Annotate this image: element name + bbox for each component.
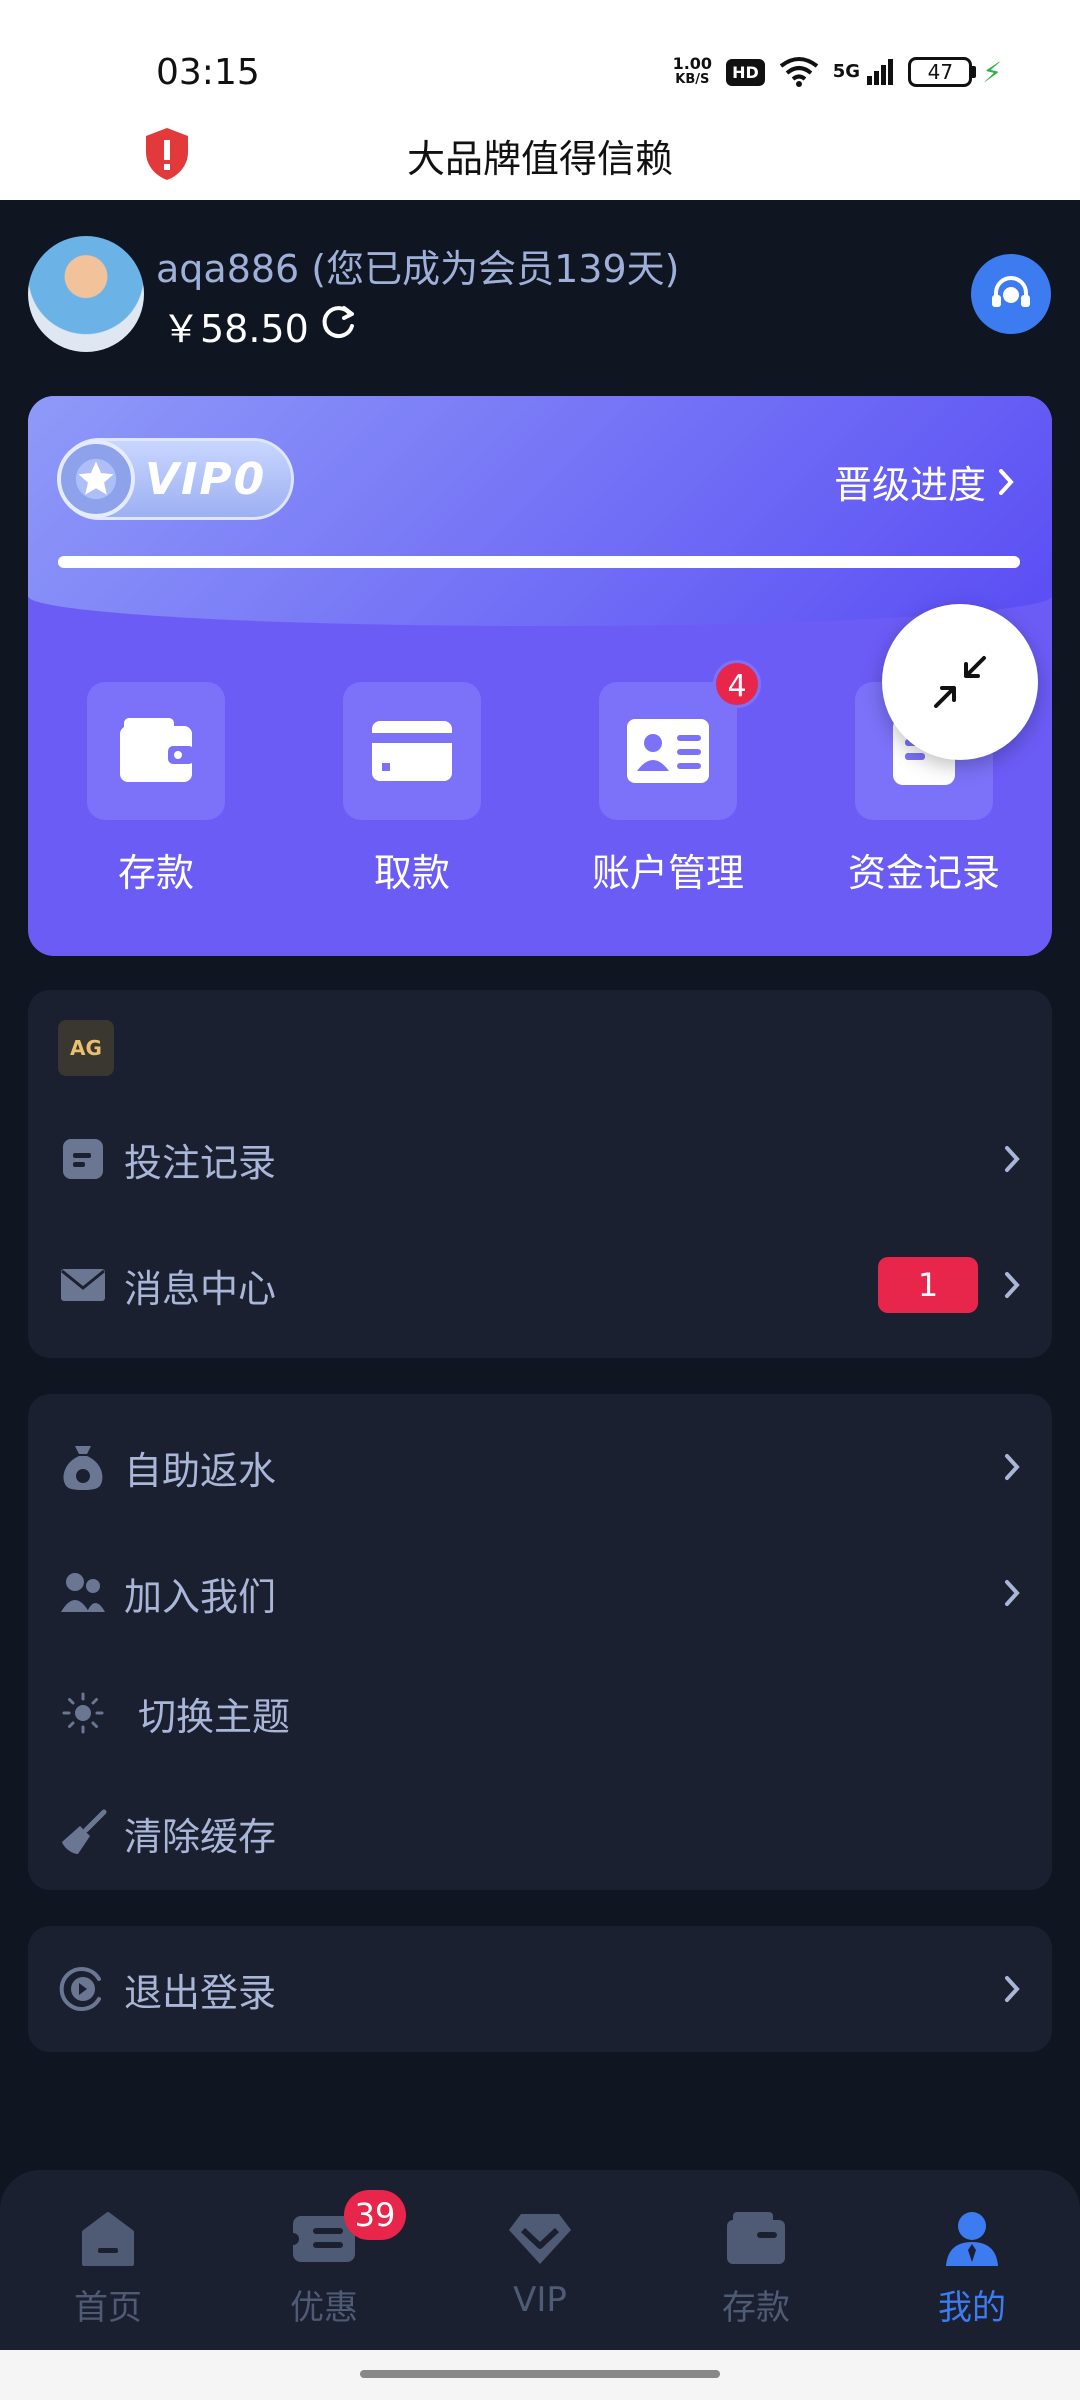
nav-promotions-label: 优惠 bbox=[290, 2288, 358, 2328]
menu-item-join-us[interactable]: 加入我们 bbox=[28, 1548, 1052, 1638]
menu-panel-logout: 退出登录 bbox=[28, 1926, 1052, 2052]
sun-icon bbox=[58, 1688, 108, 1738]
bet-record-label: 投注记录 bbox=[124, 1140, 277, 1185]
users-icon bbox=[58, 1568, 108, 1618]
page-title: 大品牌值得信赖 bbox=[406, 137, 673, 181]
upgrade-progress-link[interactable]: 晋级进度 bbox=[834, 454, 1016, 509]
collapse-float-button[interactable] bbox=[882, 604, 1038, 760]
battery-icon: 47 ⚡ bbox=[908, 56, 1002, 89]
account-management-badge: 4 bbox=[713, 660, 761, 708]
nav-deposit-label: 存款 bbox=[722, 2288, 790, 2328]
chevron-right-icon bbox=[1005, 1580, 1020, 1606]
message-center-label: 消息中心 bbox=[124, 1266, 277, 1311]
withdraw-label: 取款 bbox=[373, 851, 450, 895]
net-speed-unit: KB/S bbox=[675, 72, 710, 87]
chevron-right-icon bbox=[1005, 1976, 1020, 2002]
net-speed-value: 1.00 bbox=[672, 54, 713, 73]
card-icon bbox=[343, 682, 481, 820]
battery-level: 47 bbox=[908, 57, 973, 87]
menu-item-bet-record[interactable]: 投注记录 bbox=[28, 1114, 1052, 1204]
bet-record-icon bbox=[58, 1134, 108, 1184]
nav-vip-label: VIP bbox=[513, 2280, 567, 2320]
account-management-label: 账户管理 bbox=[591, 851, 744, 895]
signal-5g-icon: 5G bbox=[833, 58, 895, 86]
status-bar: 03:15 1.00 KB/S HD 5G 47 ⚡ bbox=[0, 0, 1080, 120]
signal-bars-icon bbox=[867, 59, 894, 85]
vip-level-badge: VIP0 bbox=[57, 438, 294, 520]
collapse-arrows-icon bbox=[934, 656, 986, 708]
broom-icon bbox=[58, 1808, 108, 1858]
balance: ￥58.50 bbox=[162, 307, 309, 351]
withdraw-action[interactable]: 取款 bbox=[284, 682, 540, 897]
message-count-badge: 1 bbox=[878, 1257, 978, 1313]
self-rebate-label: 自助返水 bbox=[124, 1448, 277, 1493]
chevron-right-icon bbox=[1005, 1146, 1020, 1172]
signal-label: 5G bbox=[832, 61, 861, 82]
nav-profile[interactable]: 我的 bbox=[864, 2170, 1080, 2350]
diamond-icon bbox=[509, 2214, 571, 2264]
nav-vip[interactable]: VIP bbox=[432, 2170, 648, 2350]
wallet-icon bbox=[727, 2212, 785, 2264]
switch-theme-label: 切换主题 bbox=[138, 1694, 291, 1739]
upgrade-progress-bar bbox=[58, 556, 1020, 568]
wallet-icon bbox=[87, 682, 225, 820]
star-icon bbox=[57, 440, 135, 518]
menu-item-clear-cache[interactable]: 清除缓存 bbox=[28, 1788, 1052, 1878]
chevron-right-icon bbox=[1005, 1272, 1020, 1298]
hd-icon: HD bbox=[726, 58, 765, 86]
nav-promotions[interactable]: 39 优惠 bbox=[216, 2170, 432, 2350]
logout-label: 退出登录 bbox=[124, 1970, 277, 2015]
status-time: 03:15 bbox=[156, 52, 260, 93]
title-bar: 大品牌值得信赖 bbox=[0, 120, 1080, 200]
bottom-nav: 首页 39 优惠 VIP 存款 我的 bbox=[0, 2170, 1080, 2350]
username: aqa886 (您已成为会员139天) bbox=[156, 247, 680, 291]
deposit-action[interactable]: 存款 bbox=[28, 682, 284, 897]
join-us-label: 加入我们 bbox=[124, 1574, 277, 1619]
chevron-right-icon bbox=[999, 468, 1014, 495]
nav-home-label: 首页 bbox=[74, 2288, 142, 2328]
ag-logo: AG bbox=[58, 1020, 114, 1076]
upgrade-progress-label: 晋级进度 bbox=[833, 463, 986, 507]
chevron-right-icon bbox=[1005, 1454, 1020, 1480]
status-icons: 1.00 KB/S HD 5G 47 ⚡ bbox=[673, 52, 1002, 92]
id-card-icon: 4 bbox=[599, 660, 761, 820]
clear-cache-label: 清除缓存 bbox=[124, 1814, 277, 1859]
battery-tip bbox=[972, 66, 977, 78]
logout-icon bbox=[58, 1964, 108, 2014]
headset-icon bbox=[992, 276, 1030, 307]
upgrade-progress-fill bbox=[58, 556, 1020, 568]
home-indicator[interactable] bbox=[360, 2370, 720, 2378]
money-bag-icon bbox=[58, 1442, 108, 1492]
wifi-icon bbox=[779, 57, 818, 87]
deposit-label: 存款 bbox=[117, 851, 194, 895]
user-icon bbox=[946, 2212, 998, 2266]
refresh-icon[interactable] bbox=[318, 302, 358, 342]
home-icon bbox=[82, 2212, 134, 2266]
menu-panel-records: AG 投注记录 消息中心 1 bbox=[28, 990, 1052, 1358]
menu-panel-settings: 自助返水 加入我们 切换主题 清除缓存 bbox=[28, 1394, 1052, 1890]
menu-item-message-center[interactable]: 消息中心 1 bbox=[28, 1240, 1052, 1330]
menu-item-logout[interactable]: 退出登录 bbox=[28, 1944, 1052, 2034]
nav-deposit[interactable]: 存款 bbox=[648, 2170, 864, 2350]
menu-item-self-rebate[interactable]: 自助返水 bbox=[28, 1422, 1052, 1512]
promotions-badge: 39 bbox=[344, 2190, 406, 2240]
avatar[interactable] bbox=[28, 236, 144, 352]
account-management-action[interactable]: 4 账户管理 bbox=[540, 660, 796, 897]
fund-record-label: 资金记录 bbox=[847, 851, 1000, 895]
vip-level-text: VIP0 bbox=[145, 453, 267, 505]
gesture-bar bbox=[0, 2350, 1080, 2400]
nav-home[interactable]: 首页 bbox=[0, 2170, 216, 2350]
charging-icon: ⚡ bbox=[982, 55, 1002, 89]
customer-service-button[interactable] bbox=[971, 254, 1051, 334]
net-speed: 1.00 KB/S bbox=[673, 56, 712, 88]
nav-profile-label: 我的 bbox=[938, 2288, 1006, 2328]
menu-item-switch-theme[interactable]: 切换主题 bbox=[28, 1668, 1052, 1758]
mail-icon bbox=[58, 1260, 108, 1310]
